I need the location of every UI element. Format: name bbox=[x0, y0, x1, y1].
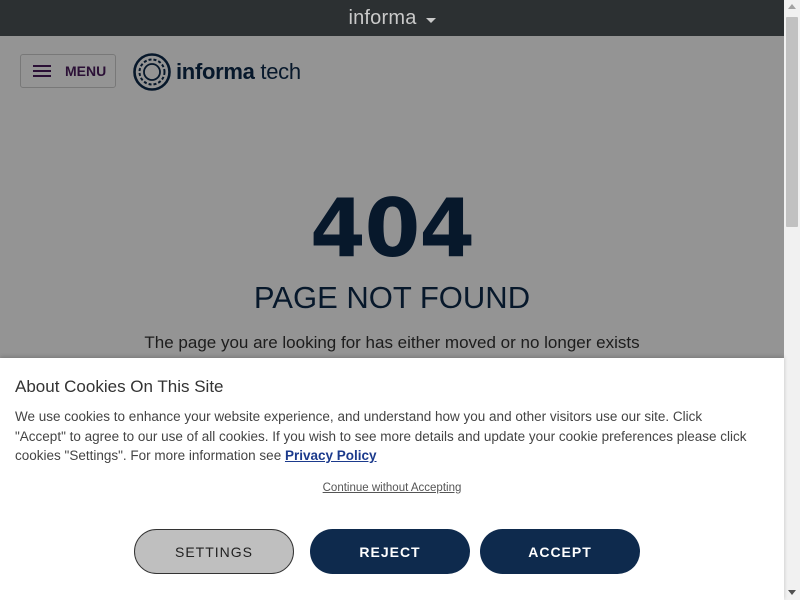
informa-tech-logo-icon bbox=[133, 53, 171, 91]
logo-wordmark-rest: tech bbox=[260, 59, 301, 84]
settings-button[interactable]: SETTINGS bbox=[134, 529, 294, 574]
reject-button[interactable]: REJECT bbox=[310, 529, 470, 574]
menu-button[interactable]: MENU bbox=[20, 54, 116, 88]
scroll-down-icon[interactable] bbox=[788, 590, 796, 595]
privacy-policy-link[interactable]: Privacy Policy bbox=[285, 448, 377, 463]
error-code: 404 bbox=[310, 182, 475, 275]
vertical-scrollbar[interactable] bbox=[784, 0, 800, 600]
error-description: The page you are looking for has either … bbox=[144, 333, 640, 352]
informa-tech-logo[interactable]: informa tech bbox=[133, 53, 301, 91]
scroll-up-icon[interactable] bbox=[788, 4, 796, 9]
error-title: PAGE NOT FOUND bbox=[253, 280, 531, 315]
informa-top-bar[interactable]: informa bbox=[0, 0, 784, 36]
logo-wordmark-bold: informa bbox=[176, 59, 255, 84]
menu-label: MENU bbox=[65, 63, 107, 79]
hamburger-icon bbox=[33, 65, 51, 77]
logo-wordmark: informa tech bbox=[176, 59, 301, 85]
accept-button[interactable]: ACCEPT bbox=[480, 529, 640, 574]
cookie-banner-body: We use cookies to enhance your website e… bbox=[15, 409, 747, 463]
continue-without-accepting-link[interactable]: Continue without Accepting bbox=[0, 482, 784, 494]
scrollbar-thumb[interactable] bbox=[786, 17, 798, 227]
cookie-banner: About Cookies On This Site We use cookie… bbox=[0, 358, 784, 600]
caret-down-icon bbox=[425, 17, 436, 23]
cookie-banner-text: We use cookies to enhance your website e… bbox=[15, 407, 755, 466]
cookie-banner-title: About Cookies On This Site bbox=[15, 377, 224, 396]
informa-brand-label: informa bbox=[348, 6, 417, 29]
